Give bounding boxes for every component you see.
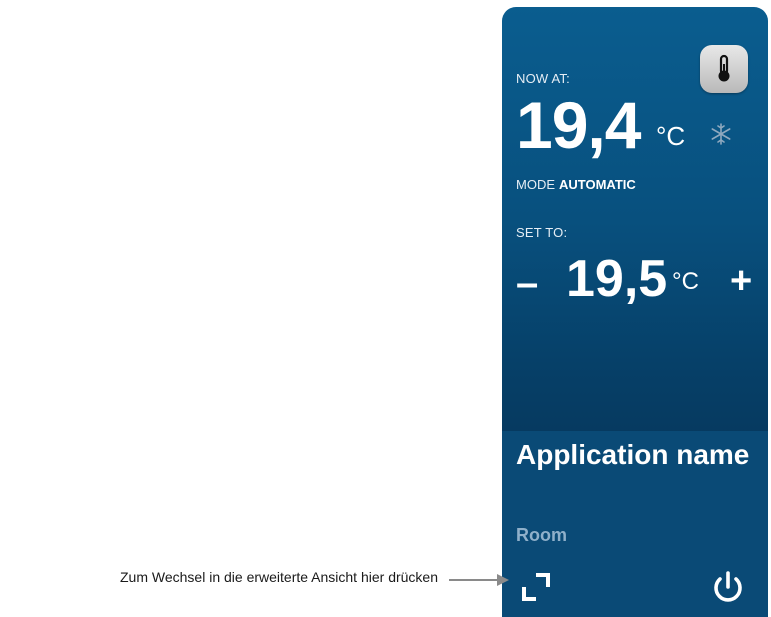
annotation-text: Zum Wechsel in die erweiterte Ansicht hi… [120, 569, 438, 585]
mode-value[interactable]: AUTOMATIC [559, 177, 636, 192]
current-temperature: 19,4 [516, 88, 641, 162]
now-at-label: NOW AT: [516, 71, 570, 86]
decrease-temperature-button[interactable]: – [516, 261, 538, 305]
set-temperature: 19,5 [566, 250, 668, 308]
expand-icon[interactable] [516, 567, 556, 607]
mode-row: MODE AUTOMATIC [516, 177, 636, 192]
thermometer-button[interactable] [700, 45, 748, 93]
thermostat-widget: NOW AT: 19,4 °C MODE AUTOMATIC SET TO: – … [502, 7, 768, 617]
set-temperature-unit: °C [672, 268, 699, 295]
increase-temperature-button[interactable]: + [730, 259, 752, 303]
power-icon[interactable] [708, 567, 748, 607]
application-name: Application name [516, 439, 750, 470]
snowflake-icon [711, 123, 731, 145]
set-to-label: SET TO: [516, 225, 568, 240]
annotation-arrow [449, 574, 509, 586]
mode-label: MODE [516, 177, 555, 192]
current-temperature-unit: °C [656, 121, 686, 151]
room-name: Room [516, 525, 567, 545]
thermometer-icon [718, 54, 730, 82]
